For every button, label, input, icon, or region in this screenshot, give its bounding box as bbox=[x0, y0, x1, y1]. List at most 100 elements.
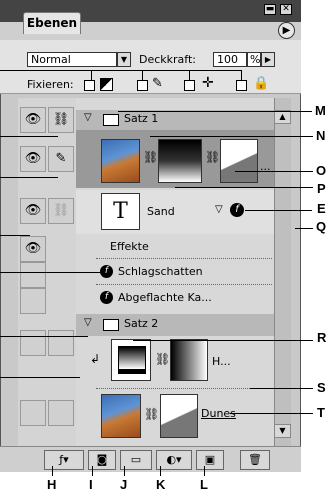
opacity-slider-button[interactable]: ▶ bbox=[261, 52, 275, 67]
lock-position-checkbox[interactable] bbox=[184, 80, 195, 91]
callout-line bbox=[52, 466, 53, 476]
callout-line bbox=[92, 466, 93, 476]
callout-s: S bbox=[317, 380, 326, 395]
callout-m: M bbox=[315, 103, 326, 118]
effects-icon: f bbox=[230, 203, 244, 217]
callout-h: H bbox=[47, 477, 57, 492]
divider bbox=[96, 388, 272, 389]
link-chain-icon: ⛓ bbox=[155, 352, 171, 366]
callout-p: P bbox=[317, 181, 326, 196]
visibility-eye-icon[interactable]: 👁 bbox=[20, 236, 46, 262]
lock-icon: 🔒 bbox=[253, 76, 270, 91]
callout-line bbox=[175, 187, 313, 188]
callout-line bbox=[0, 235, 30, 236]
callout-i: I bbox=[89, 477, 93, 492]
callout-line bbox=[0, 177, 58, 178]
callout-line bbox=[0, 272, 104, 273]
callout-line bbox=[150, 136, 313, 137]
empty-cell[interactable] bbox=[20, 330, 46, 356]
adjustment-thumbnail bbox=[111, 339, 151, 381]
brush-icon[interactable]: ✎ bbox=[48, 146, 74, 172]
callout-line bbox=[204, 466, 205, 476]
adjustment-layer-name: H... bbox=[212, 355, 231, 368]
scroll-down-button[interactable]: ▼ bbox=[274, 424, 291, 438]
empty-cell[interactable] bbox=[20, 400, 46, 426]
callout-line bbox=[91, 70, 92, 80]
set2-name: Satz 2 bbox=[124, 317, 159, 330]
empty-cell[interactable] bbox=[48, 330, 74, 356]
callout-line bbox=[142, 70, 143, 80]
triangle-right-icon: ▶ bbox=[264, 55, 272, 64]
minimize-button[interactable]: ▬ bbox=[264, 4, 276, 15]
lock-all-checkbox[interactable] bbox=[236, 80, 247, 91]
visibility-eye-icon[interactable]: 👁 bbox=[20, 198, 46, 224]
delete-layer-button[interactable]: 🗑 bbox=[240, 450, 270, 470]
visibility-eye-icon[interactable]: 👁 bbox=[20, 146, 46, 172]
blend-mode-arrow[interactable]: ▼ bbox=[117, 52, 131, 67]
set1-name: Satz 1 bbox=[124, 112, 159, 125]
callout-line bbox=[0, 70, 92, 71]
empty-cell[interactable] bbox=[20, 262, 46, 288]
chevron-down-icon[interactable]: ▽ bbox=[84, 317, 92, 328]
panel-menu-button[interactable]: ▶ bbox=[278, 22, 295, 39]
link-chain-icon: ⛓ bbox=[205, 150, 221, 164]
blend-mode-dropdown[interactable]: Normal bbox=[27, 52, 117, 67]
scrollbar[interactable] bbox=[274, 98, 291, 460]
close-button[interactable]: ✕ bbox=[280, 4, 292, 15]
opacity-input[interactable]: 100 bbox=[213, 52, 247, 67]
callout-r: R bbox=[317, 330, 327, 345]
callout-line bbox=[250, 388, 313, 389]
chevron-down-icon[interactable]: ▽ bbox=[84, 112, 92, 123]
mask-thumbnail bbox=[158, 139, 202, 183]
visibility-eye-icon[interactable]: 👁 bbox=[20, 107, 46, 133]
transparency-icon bbox=[100, 78, 113, 91]
callout-line bbox=[92, 70, 242, 71]
callout-e: E bbox=[317, 201, 326, 216]
text-layer-thumbnail: T bbox=[101, 193, 140, 230]
triangle-right-icon: ▶ bbox=[282, 25, 291, 36]
add-layer-style-button[interactable]: ƒ▾ bbox=[44, 450, 84, 470]
callout-line bbox=[189, 70, 190, 80]
opacity-unit: % bbox=[247, 52, 261, 67]
callout-t: T bbox=[317, 405, 325, 420]
empty-cell[interactable] bbox=[48, 400, 74, 426]
link-chain-icon[interactable]: ⛓ bbox=[48, 107, 74, 133]
callout-line bbox=[295, 228, 313, 229]
folder-icon: ▭ bbox=[130, 453, 142, 466]
trash-icon: 🗑 bbox=[248, 453, 262, 466]
new-adjustment-layer-button[interactable]: ◐▾ bbox=[156, 450, 192, 470]
callout-n: N bbox=[316, 128, 326, 143]
callout-line bbox=[245, 210, 312, 211]
opacity-label: Deckkraft: bbox=[139, 53, 196, 66]
scroll-up-button[interactable]: ▲ bbox=[274, 110, 291, 124]
triangle-up-icon: ▲ bbox=[279, 112, 286, 121]
effects-icon: f bbox=[100, 291, 113, 304]
callout-line bbox=[235, 171, 313, 172]
dunes-vector-mask bbox=[160, 394, 198, 438]
callout-line bbox=[124, 466, 125, 476]
callout-line bbox=[0, 377, 80, 378]
link-chain-icon: ⛓ bbox=[144, 407, 160, 421]
divider bbox=[96, 258, 272, 259]
lock-image-checkbox[interactable] bbox=[137, 80, 148, 91]
effect-drop-shadow[interactable]: Schlagschatten bbox=[118, 265, 203, 278]
effects-label: Effekte bbox=[110, 240, 149, 253]
effect-bevel[interactable]: Abgeflachte Ka... bbox=[118, 291, 212, 304]
link-chain-icon[interactable]: ⛓ bbox=[48, 198, 74, 224]
adjustment-mask-thumbnail bbox=[170, 339, 208, 381]
folder-icon bbox=[103, 114, 119, 126]
tab-ebenen[interactable]: Ebenen bbox=[23, 12, 81, 34]
lock-transparency-checkbox[interactable] bbox=[84, 80, 95, 91]
new-layer-button[interactable]: ▣ bbox=[196, 450, 224, 470]
text-layer-name: Sand bbox=[147, 205, 175, 218]
clipping-arrow-icon: ↲ bbox=[90, 352, 101, 366]
triangle-down-icon: ▼ bbox=[279, 426, 286, 435]
empty-cell[interactable] bbox=[20, 288, 46, 314]
link-chain-icon: ⛓ bbox=[143, 150, 159, 164]
effects-expand-icon[interactable]: ▽ bbox=[215, 204, 223, 215]
callout-j: J bbox=[120, 477, 128, 492]
new-layer-icon: ▣ bbox=[204, 453, 216, 466]
callout-line bbox=[230, 413, 313, 414]
callout-k: K bbox=[156, 477, 166, 492]
mask-icon: ◙ bbox=[96, 453, 108, 466]
